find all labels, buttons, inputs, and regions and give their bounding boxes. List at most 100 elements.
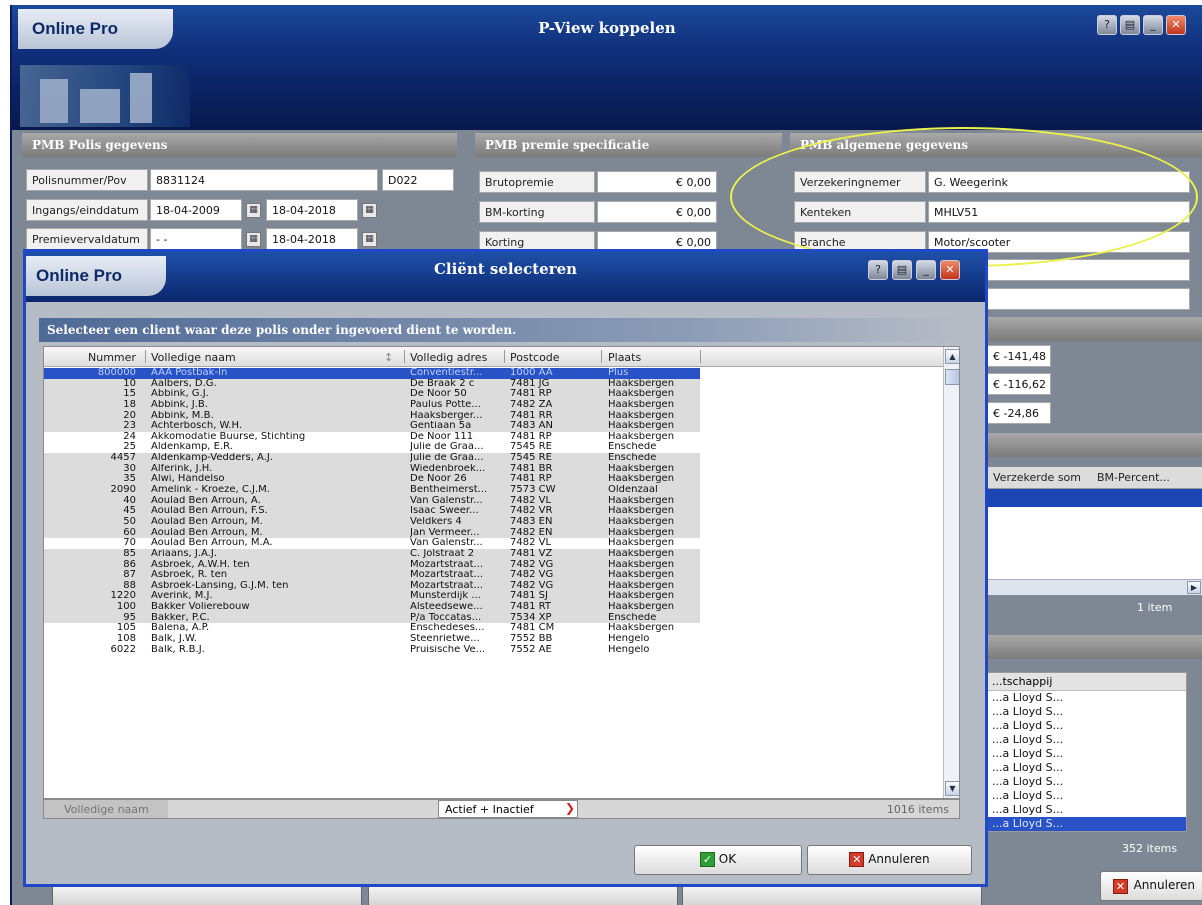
table-row[interactable]: 2090 Amelink - Kroeze, C.J.M. Bentheimerst… xyxy=(44,485,700,496)
amount-field[interactable]: € -141,48 xyxy=(987,345,1051,367)
list-item[interactable]: ...a Lloyd S... xyxy=(988,761,1186,775)
table-row[interactable]: 20 Abbink, M.B. Haaksberger... 7481 RR Haaks… xyxy=(44,410,700,422)
column-separator[interactable] xyxy=(145,350,146,363)
table-row[interactable]: 6022 Balk, R.B.J. Pruisische Ve... 7552 AE H… xyxy=(44,645,700,656)
horizontal-scrollbar[interactable]: ▶ xyxy=(987,579,1202,595)
end-date-field[interactable]: 18-04-2018 xyxy=(266,199,358,221)
list-item[interactable]: ...a Lloyd S... xyxy=(988,775,1186,789)
list-item[interactable]: ...a Lloyd S... xyxy=(988,719,1186,733)
table-row[interactable]: 35 Alwi, Handelso De Noor 26 7481 RP Haaksbe… xyxy=(44,474,700,486)
table-row[interactable]: 100 Bakker Volierebouw Alsteedsewe... 7481 … xyxy=(44,602,700,613)
table-row[interactable]: 95 Bakker, P.C. P/a Toccatas... 7534 XP Ensc… xyxy=(44,612,700,624)
minimize-icon[interactable]: _ xyxy=(916,260,936,280)
vertical-scrollbar[interactable]: ▲ ▼ xyxy=(943,347,959,798)
table-row[interactable]: 15 Abbink, G.J. De Noor 50 7481 RP Haaksberg… xyxy=(44,389,700,400)
table-row[interactable]: 24 Akkomodatie Buurse, Stichting De Noor 1… xyxy=(44,432,700,443)
table-row[interactable]: 10 Aalbers, D.G. De Braak 2 c 7481 JG Haaksb… xyxy=(44,378,700,390)
cell-address: Alsteedsewe... xyxy=(410,602,483,613)
column-company[interactable]: ...tschappij xyxy=(988,673,1186,691)
table-row[interactable]: 30 Alferink, J.H. Wiedenbroek... 7481 BR Haa… xyxy=(44,463,700,475)
enter-new-policy-button[interactable] xyxy=(368,885,678,905)
premium-panel-heading: PMB premie specificatie xyxy=(475,133,782,157)
background-cancel-button[interactable]: ✕ Annuleren xyxy=(1100,871,1202,901)
table-row[interactable]: 40 Aoulad Ben Arroun, A. Van Galenstr... 74… xyxy=(44,495,700,507)
cell-postcode: 7545 RE xyxy=(510,442,552,453)
help-icon[interactable]: ? xyxy=(868,260,888,280)
column-separator[interactable] xyxy=(601,350,602,363)
scroll-up-icon[interactable]: ▲ xyxy=(945,349,959,364)
minimize-icon[interactable]: _ xyxy=(1143,15,1163,35)
list-item[interactable]: ...a Lloyd S... xyxy=(988,733,1186,747)
table-row[interactable]: 85 Ariaans, J.A.J. C. Jolstraat 2 7481 VZ Ha… xyxy=(44,548,700,560)
column-separator[interactable] xyxy=(700,350,701,363)
empty-field[interactable] xyxy=(987,288,1190,310)
table-row[interactable]: 105 Balena, A.P. Enschedeses... 7481 CM Haak… xyxy=(44,623,700,634)
cell-address: Julie de Graa... xyxy=(410,453,484,464)
table-row[interactable]: 4457 Aldenkamp-Vedders, A.J. Julie de Graa… xyxy=(44,453,700,464)
premium-due-end-field[interactable]: 18-04-2018 xyxy=(266,228,358,250)
list-item[interactable]: ...a Lloyd S... xyxy=(988,705,1186,719)
column-bm-percent[interactable]: BM-Percent... xyxy=(1097,471,1170,484)
amount-field[interactable]: € -24,86 xyxy=(987,402,1051,424)
scroll-thumb[interactable] xyxy=(945,369,959,385)
calendar-icon[interactable]: ▦ xyxy=(246,203,261,218)
list-item[interactable]: ...a Lloyd S... xyxy=(988,747,1186,761)
column-separator[interactable] xyxy=(404,350,405,363)
premium-due-start-field[interactable]: - - xyxy=(150,228,242,250)
list-item[interactable]: ...a Lloyd S... xyxy=(988,691,1186,705)
status-filter-select[interactable]: Actief + Inactief ❯ xyxy=(438,800,578,818)
table-row[interactable]: 25 Aldenkamp, E.R. Julie de Graa... 7545 RE… xyxy=(44,442,700,453)
table-row[interactable]: 87 Asbroek, R. ten Mozartstraat... 7482 VG H… xyxy=(44,570,700,581)
table-row[interactable] xyxy=(987,489,1202,507)
cell-city: Enschede xyxy=(608,442,657,453)
column-separator[interactable] xyxy=(504,350,505,363)
link-selected-policy-button[interactable] xyxy=(52,885,362,905)
help-icon[interactable]: ? xyxy=(1097,15,1117,35)
cell-postcode: 7552 BB xyxy=(510,634,553,645)
cancel-button[interactable]: ✕ Annuleren xyxy=(807,845,972,875)
ok-button[interactable]: ✓ OK xyxy=(634,845,802,875)
close-icon[interactable]: ✕ xyxy=(1166,15,1186,35)
scroll-down-icon[interactable]: ▼ xyxy=(945,781,959,796)
cell-name: Aldenkamp-Vedders, A.J. xyxy=(151,453,274,464)
column-postcode[interactable]: Postcode xyxy=(510,351,560,364)
policy-number-field[interactable]: 8831124 xyxy=(150,169,378,191)
calendar-icon[interactable]: ▦ xyxy=(246,232,261,247)
table-row[interactable]: 108 Balk, J.W. Steenrietwe... 7552 BB Hengel… xyxy=(44,634,700,645)
settings-icon[interactable]: ▤ xyxy=(892,260,912,280)
do-not-link-button[interactable] xyxy=(682,885,982,905)
table-row[interactable]: 800000 AAA Postbak-In Conventiestr... 1000 … xyxy=(44,368,700,379)
table-row[interactable]: 18 Abbink, J.B. Paulus Potte... 7482 ZA Haak… xyxy=(44,399,700,411)
start-date-field[interactable]: 18-04-2009 xyxy=(150,199,242,221)
column-insured-sum[interactable]: Verzekerde som xyxy=(993,471,1081,484)
settings-icon[interactable]: ▤ xyxy=(1120,15,1140,35)
column-city[interactable]: Plaats xyxy=(608,351,641,364)
table-row[interactable]: 23 Achterbosch, W.H. Gentiaan 5a 7483 AN Haa… xyxy=(44,421,700,432)
calendar-icon[interactable]: ▦ xyxy=(362,232,377,247)
list-item[interactable]: ...a Lloyd S... xyxy=(988,803,1186,817)
scroll-right-icon[interactable]: ▶ xyxy=(1187,581,1201,594)
table-row[interactable]: 45 Aoulad Ben Arroun, F.S. Isaac Sweer... 7… xyxy=(44,506,700,517)
cell-postcode: 7545 RE xyxy=(510,453,552,464)
cell-postcode: 7481 RP xyxy=(510,474,552,485)
bm-discount-field[interactable]: € 0,00 xyxy=(597,201,717,223)
close-icon[interactable]: ✕ xyxy=(940,260,960,280)
column-full-name[interactable]: Volledige naam xyxy=(151,351,236,364)
table-row[interactable]: 60 Aoulad Ben Arroun, M. Jan Vermeer... 748… xyxy=(44,527,700,539)
column-number[interactable]: Nummer xyxy=(88,351,136,364)
list-item[interactable]: ...a Lloyd S... xyxy=(988,817,1186,831)
table-row[interactable]: 1220 Averink, M.J. Munsterdijk ... 7481 SJ H… xyxy=(44,591,700,603)
list-item[interactable]: ...a Lloyd S... xyxy=(988,789,1186,803)
name-filter-input[interactable] xyxy=(44,800,168,818)
cell-city: Haaksbergen xyxy=(608,516,675,527)
calendar-icon[interactable]: ▦ xyxy=(362,203,377,218)
cell-number: 23 xyxy=(123,421,136,432)
table-row[interactable]: 86 Asbroek, A.W.H. ten Mozartstraat... 7482… xyxy=(44,559,700,571)
amount-field[interactable]: € -116,62 xyxy=(987,373,1051,395)
policy-code-field[interactable]: D022 xyxy=(382,169,454,191)
gross-premium-field[interactable]: € 0,00 xyxy=(597,171,717,193)
table-row[interactable]: 50 Aoulad Ben Arroun, M. Veldkers 4 7483 EN… xyxy=(44,516,700,528)
column-full-address[interactable]: Volledig adres xyxy=(410,351,487,364)
table-row[interactable]: 70 Aoulad Ben Arroun, M.A. Van Galenstr...… xyxy=(44,538,700,549)
table-row[interactable]: 88 Asbroek-Lansing, G.J.M. ten Mozartstraa… xyxy=(44,580,700,592)
